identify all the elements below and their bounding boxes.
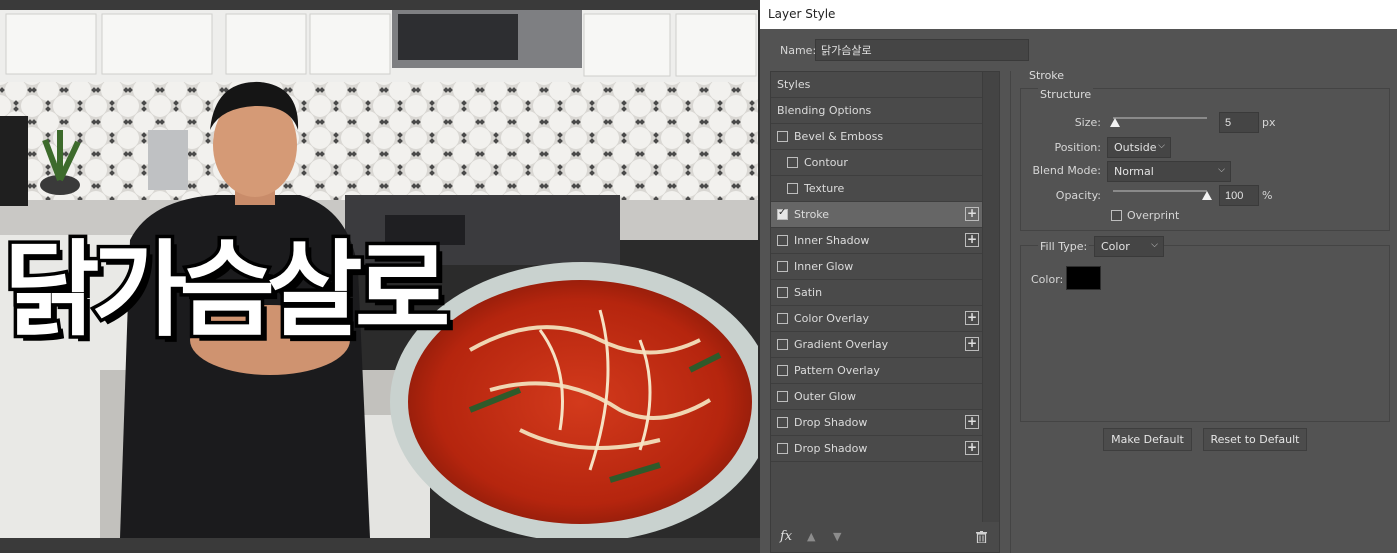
style-item-label: Inner Glow <box>794 260 854 273</box>
stroke-options-panel: Stroke Structure Size: px Position: Outs… <box>1010 69 1397 553</box>
structure-group <box>1020 88 1390 231</box>
add-style-plus-icon[interactable]: + <box>965 441 979 455</box>
position-dropdown[interactable]: Outside ⌵ <box>1107 137 1171 158</box>
style-item-drop-shadow[interactable]: Drop Shadow + <box>771 436 983 462</box>
style-item-stroke[interactable]: Stroke + <box>771 202 983 228</box>
style-item-checkbox[interactable] <box>777 207 788 220</box>
thumbnail-title-text: 닭가슴살로 <box>0 229 453 351</box>
style-item-label: Outer Glow <box>794 390 857 403</box>
size-slider-thumb[interactable] <box>1109 118 1120 127</box>
style-item-label: Stroke <box>794 208 830 221</box>
add-style-plus-icon[interactable]: + <box>965 415 979 429</box>
position-value: Outside <box>1114 141 1157 154</box>
chevron-down-icon: ⌵ <box>1151 240 1158 250</box>
style-item-inner-glow[interactable]: Inner Glow <box>771 254 983 280</box>
style-item-drop-shadow[interactable]: Drop Shadow + <box>771 410 983 436</box>
move-up-icon[interactable]: ▲ <box>807 530 815 543</box>
dialog-title: Layer Style <box>768 7 836 21</box>
styles-list-footer: fx ▲ ▼ <box>771 522 999 552</box>
style-item-checkbox[interactable] <box>777 261 788 272</box>
style-item-inner-shadow[interactable]: Inner Shadow + <box>771 228 983 254</box>
position-label: Position: <box>1054 141 1101 154</box>
style-item-checkbox[interactable] <box>777 131 788 142</box>
canvas-top-strip <box>0 0 760 10</box>
styles-list-scrollbar[interactable] <box>982 72 999 522</box>
size-slider-track[interactable] <box>1113 117 1207 119</box>
opacity-input[interactable] <box>1219 185 1259 206</box>
style-item-label: Bevel & Emboss <box>794 130 884 143</box>
size-label: Size: <box>1074 116 1101 129</box>
add-style-plus-icon[interactable]: + <box>965 311 979 325</box>
style-item-checkbox[interactable] <box>777 339 788 350</box>
add-style-plus-icon[interactable]: + <box>965 207 979 221</box>
style-item-pattern-overlay[interactable]: Pattern Overlay <box>771 358 983 384</box>
style-item-gradient-overlay[interactable]: Gradient Overlay + <box>771 332 983 358</box>
style-item-checkbox[interactable] <box>787 183 798 194</box>
style-item-label: Satin <box>794 286 823 299</box>
style-item-label: Drop Shadow <box>794 416 868 429</box>
blend-mode-label: Blend Mode: <box>1032 164 1102 177</box>
blend-mode-value: Normal <box>1114 165 1154 178</box>
style-item-checkbox[interactable] <box>777 443 788 454</box>
reset-to-default-button[interactable]: Reset to Default <box>1203 428 1307 451</box>
style-item-contour[interactable]: Contour <box>771 150 983 176</box>
style-item-color-overlay[interactable]: Color Overlay + <box>771 306 983 332</box>
style-item-label: Styles <box>777 78 811 91</box>
overprint-checkbox[interactable] <box>1111 210 1122 221</box>
opacity-label: Opacity: <box>1055 189 1101 202</box>
style-item-checkbox[interactable] <box>777 391 788 402</box>
stroke-color-swatch[interactable] <box>1066 266 1101 290</box>
color-label: Color: <box>1031 273 1064 286</box>
style-item-blending-options[interactable]: Blending Options <box>771 98 983 124</box>
fill-type-dropdown[interactable]: Color ⌵ <box>1094 236 1164 257</box>
size-input[interactable] <box>1219 112 1259 133</box>
style-item-label: Texture <box>804 182 845 195</box>
opacity-unit: % <box>1262 189 1273 202</box>
style-item-checkbox[interactable] <box>787 157 798 168</box>
style-item-label: Gradient Overlay <box>794 338 889 351</box>
style-item-satin[interactable]: Satin <box>771 280 983 306</box>
style-item-styles[interactable]: Styles <box>771 72 983 98</box>
move-down-icon[interactable]: ▼ <box>833 530 841 543</box>
style-item-checkbox[interactable] <box>777 313 788 324</box>
stroke-section-title: Stroke <box>1027 69 1067 82</box>
add-style-plus-icon[interactable]: + <box>965 233 979 247</box>
style-item-label: Pattern Overlay <box>794 364 880 377</box>
layer-name-input[interactable] <box>815 39 1029 61</box>
style-item-outer-glow[interactable]: Outer Glow <box>771 384 983 410</box>
style-item-checkbox[interactable] <box>777 417 788 428</box>
styles-list-panel: Styles Blending Options Bevel & Emboss Cont… <box>770 71 1000 553</box>
opacity-slider-track[interactable] <box>1113 190 1207 192</box>
opacity-slider-thumb[interactable] <box>1202 191 1212 200</box>
style-item-label: Inner Shadow <box>794 234 870 247</box>
fill-type-value: Color <box>1101 240 1130 253</box>
make-default-button[interactable]: Make Default <box>1103 428 1192 451</box>
dialog-titlebar[interactable]: Layer Style <box>760 0 1397 29</box>
style-item-bevel-emboss[interactable]: Bevel & Emboss <box>771 124 983 150</box>
style-item-label: Contour <box>804 156 848 169</box>
fill-type-label: Fill Type: <box>1038 240 1090 253</box>
size-unit: px <box>1262 116 1276 129</box>
style-item-checkbox[interactable] <box>777 235 788 246</box>
add-style-plus-icon[interactable]: + <box>965 337 979 351</box>
style-item-checkbox[interactable] <box>777 365 788 376</box>
document-canvas[interactable]: 닭가슴살로 <box>0 0 760 553</box>
overprint-label: Overprint <box>1127 209 1180 222</box>
trash-icon[interactable] <box>976 531 987 546</box>
style-item-texture[interactable]: Texture <box>771 176 983 202</box>
structure-title: Structure <box>1038 88 1094 101</box>
style-item-checkbox[interactable] <box>777 287 788 298</box>
name-label: Name: <box>780 44 817 57</box>
fx-icon[interactable]: fx <box>780 529 792 544</box>
layer-style-dialog: Layer Style Name: Styles Blending Options… <box>760 0 1397 553</box>
blend-mode-dropdown[interactable]: Normal ⌵ <box>1107 161 1231 182</box>
style-item-label: Drop Shadow <box>794 442 868 455</box>
style-item-label: Blending Options <box>777 104 872 117</box>
chevron-down-icon: ⌵ <box>1158 141 1165 151</box>
style-item-label: Color Overlay <box>794 312 869 325</box>
canvas-bottom-strip <box>0 538 760 553</box>
chevron-down-icon: ⌵ <box>1218 165 1225 175</box>
